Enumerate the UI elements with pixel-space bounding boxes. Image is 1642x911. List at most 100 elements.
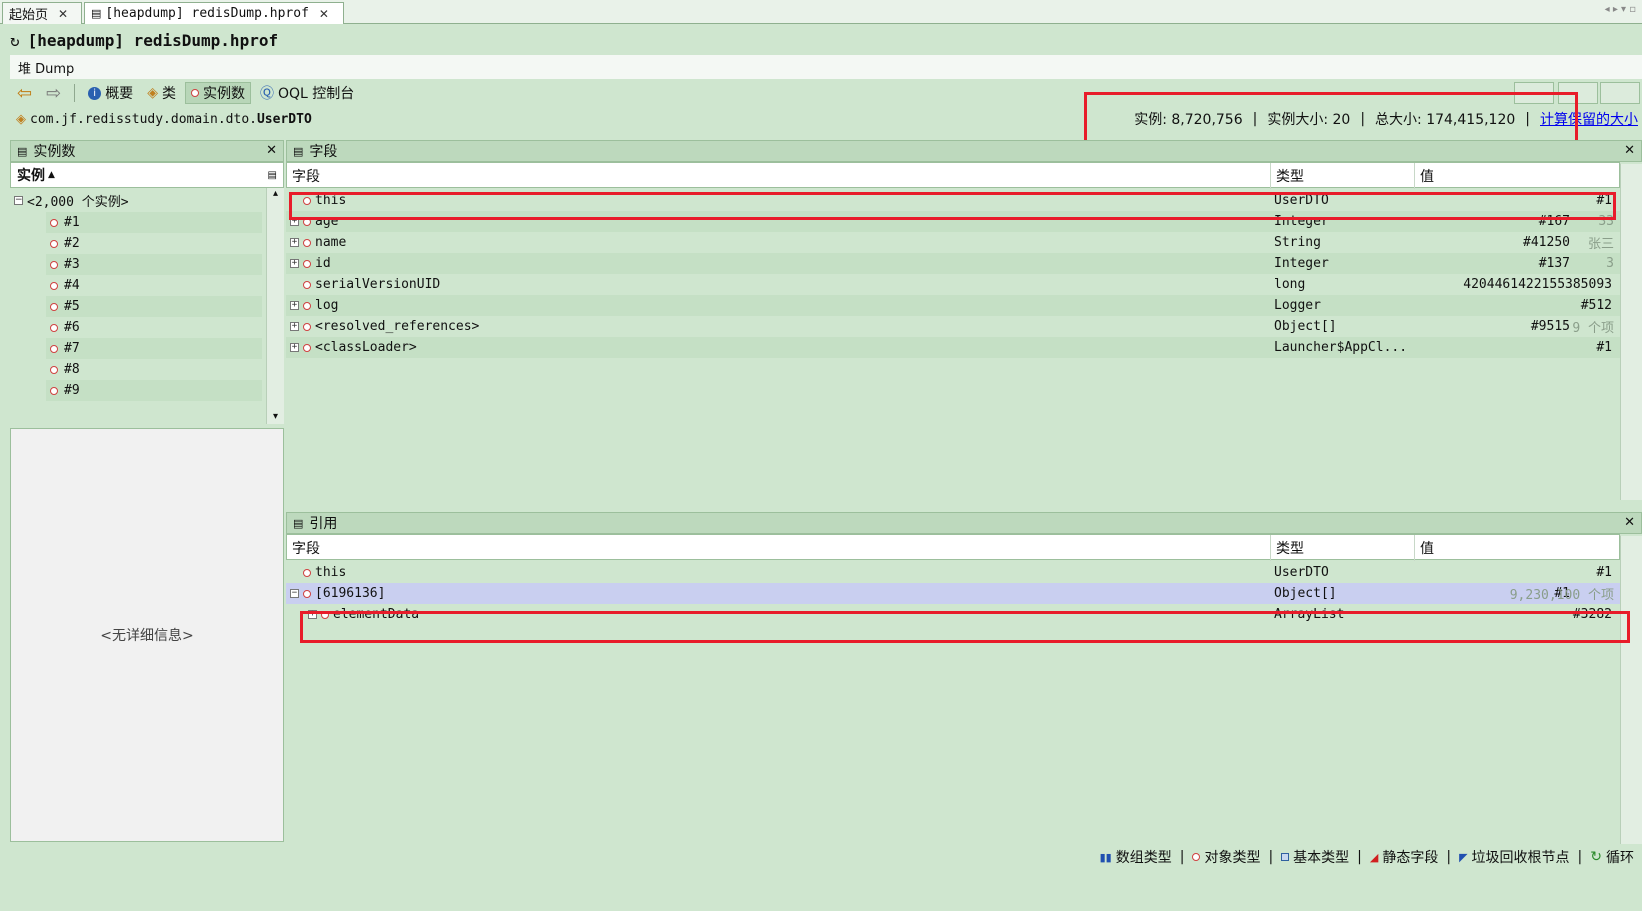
instances-scrollbar[interactable]: ▴ ▾ (266, 188, 284, 424)
close-icon[interactable]: ✕ (1624, 515, 1635, 530)
close-icon[interactable]: ✕ (319, 7, 329, 21)
field-column-header[interactable]: 字段 (287, 535, 1271, 561)
forward-arrow-icon[interactable]: ⇨ (41, 82, 66, 104)
instance-label: #1 (64, 215, 80, 230)
fields-scrollbar[interactable] (1620, 164, 1642, 500)
tab-label: [heapdump] redisDump.hprof (105, 6, 309, 21)
expand-icon[interactable]: + (290, 343, 299, 352)
summary-button[interactable]: i 概要 (83, 82, 138, 104)
instance-label: #7 (64, 341, 80, 356)
refresh-icon[interactable]: ↻ (10, 31, 20, 50)
references-scrollbar[interactable] (1620, 536, 1642, 844)
object-icon (1192, 853, 1201, 861)
instance-item[interactable]: #1 (46, 212, 262, 233)
instance-item[interactable]: #2 (46, 233, 262, 254)
view-tree-button[interactable] (1600, 82, 1640, 104)
type-column-header[interactable]: 类型 (1271, 535, 1415, 561)
object-icon (303, 259, 311, 268)
detail-panel: <无详细信息> (10, 428, 284, 842)
object-icon (303, 301, 311, 310)
field-value: 4204461422155385093 (1463, 277, 1612, 292)
field-extra: 张三 (1587, 237, 1614, 252)
field-column-header[interactable]: 字段 (287, 163, 1271, 189)
close-icon[interactable]: ✕ (1624, 143, 1635, 158)
tab-label: 起始页 (9, 8, 49, 23)
close-icon[interactable]: ✕ (266, 143, 277, 158)
page-title: ↻ [heapdump] redisDump.hprof (10, 30, 279, 50)
table-row[interactable]: + <classLoader> Launcher$AppCl... #1 (286, 337, 1620, 358)
field-extra: 9 个项 (1572, 321, 1614, 336)
expand-icon[interactable]: + (290, 259, 299, 268)
field-name: name (315, 235, 347, 250)
field-type: String (1274, 235, 1321, 250)
field-name: this (315, 565, 347, 580)
document-icon: ▤ (91, 7, 102, 20)
instance-icon (50, 302, 58, 311)
field-name: <resolved_references> (315, 319, 480, 334)
legend-loop: ↻ 循环 (1590, 849, 1634, 866)
type-column-header[interactable]: 类型 (1271, 163, 1415, 189)
field-type: long (1274, 277, 1306, 292)
references-panel: ▤ 引用 ✕ 字段 类型 值 this UserDTO #1 − [6196136] Ob… (286, 512, 1642, 844)
instance-item[interactable]: #4 (46, 275, 262, 296)
collapse-icon[interactable]: − (14, 196, 23, 205)
table-row[interactable]: + id Integer #137 3 (286, 253, 1620, 274)
object-icon (303, 568, 311, 577)
instances-group-row[interactable]: − <2,000 个实例> (10, 190, 262, 211)
panel-icon: ▤ (293, 516, 304, 530)
field-type: Logger (1274, 298, 1321, 313)
close-icon[interactable]: ✕ (58, 7, 68, 21)
column-chooser-icon[interactable]: ▤ (268, 170, 277, 181)
scroll-down-icon[interactable]: ▾ (267, 411, 284, 422)
instance-item[interactable]: #7 (46, 338, 262, 359)
scroll-up-icon[interactable]: ▴ (267, 188, 284, 199)
expand-icon[interactable]: + (290, 301, 299, 310)
value-column-header[interactable]: 值 (1415, 535, 1621, 561)
table-row[interactable]: + log Logger #512 (286, 295, 1620, 316)
instance-item[interactable]: #6 (46, 317, 262, 338)
instances-column-header[interactable]: 实例 ▲ ▤ (10, 162, 284, 188)
tab-start-page[interactable]: 起始页 ✕ (2, 2, 82, 24)
classes-button[interactable]: ◈ 类 (142, 82, 181, 104)
legend-bar: ▮▮ 数组类型 | 对象类型 | 基本类型 | ◢ 静态字段 | ◤ 垃圾回收根节点 | ↻ 循环 (1099, 847, 1634, 867)
table-row[interactable]: + name String #41250 张三 (286, 232, 1620, 253)
tab-heapdump[interactable]: ▤ [heapdump] redisDump.hprof ✕ (84, 2, 344, 24)
instance-icon (50, 344, 58, 353)
panel-icon: ▤ (293, 144, 304, 158)
table-row[interactable]: serialVersionUID long 4204461422155385093 (286, 274, 1620, 295)
table-row[interactable]: − [6196136] Object[] #1 9,230,100 个项 (286, 583, 1620, 604)
field-type: UserDTO (1274, 565, 1329, 580)
instance-item[interactable]: #9 (46, 380, 262, 401)
field-name: serialVersionUID (315, 277, 441, 292)
instance-icon (190, 89, 199, 97)
instance-icon (50, 365, 58, 374)
expand-icon[interactable]: + (290, 322, 299, 331)
value-column-header[interactable]: 值 (1415, 163, 1621, 189)
legend-array-type: ▮▮ 数组类型 (1099, 850, 1172, 866)
editor-tab-bar: 起始页 ✕ ▤ [heapdump] redisDump.hprof ✕ ◂ ▸… (0, 0, 1642, 24)
object-icon (303, 280, 311, 289)
highlight-box (289, 192, 1616, 220)
fields-column-header: 字段 类型 值 (286, 162, 1621, 189)
heap-dump-subtab[interactable]: 堆 Dump (10, 55, 1642, 79)
instance-item[interactable]: #5 (46, 296, 262, 317)
legend-object-type: 对象类型 (1192, 847, 1260, 867)
back-arrow-icon[interactable]: ⇦ (12, 82, 37, 104)
expand-icon[interactable]: − (290, 589, 299, 598)
field-type: Object[] (1274, 586, 1337, 601)
instance-icon (50, 260, 58, 269)
table-row[interactable]: this UserDTO #1 (286, 562, 1620, 583)
field-type: Launcher$AppCl... (1274, 340, 1408, 355)
expand-icon[interactable]: + (290, 238, 299, 247)
instance-item[interactable]: #8 (46, 359, 262, 380)
oql-console-button[interactable]: Ⓠ OQL 控制台 (255, 82, 359, 104)
table-row[interactable]: + <resolved_references> Object[] #9515 9 个项 (286, 316, 1620, 337)
instances-button[interactable]: 实例数 (184, 82, 251, 104)
panel-icon: ▤ (17, 144, 28, 158)
tab-nav-icons[interactable]: ◂ ▸ ▾ ▫ (1605, 4, 1636, 15)
instance-icon (50, 239, 58, 248)
references-column-header: 字段 类型 值 (286, 534, 1621, 561)
instance-item[interactable]: #3 (46, 254, 262, 275)
primitive-icon (1281, 853, 1290, 861)
legend-static-field: ◢ 静态字段 (1369, 850, 1439, 866)
